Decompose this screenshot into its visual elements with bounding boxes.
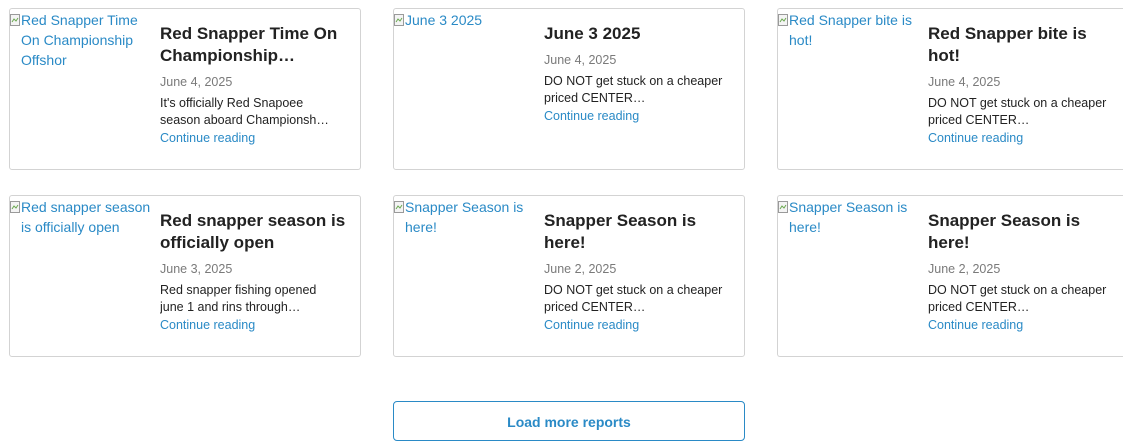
broken-image-icon — [778, 201, 788, 213]
broken-image-icon — [778, 14, 788, 26]
image-alt-text: Snapper Season is here! — [405, 199, 524, 235]
report-excerpt: DO NOT get stuck on a cheaper priced CEN… — [544, 74, 723, 105]
continue-reading-link[interactable]: Continue reading — [160, 317, 255, 334]
report-excerpt: DO NOT get stuck on a cheaper priced CEN… — [928, 283, 1107, 314]
image-alt-text: Red Snapper Time On Championship Offshor — [21, 12, 138, 68]
broken-image-icon — [10, 14, 20, 26]
report-card: Red snapper season is officially open Re… — [9, 195, 361, 357]
report-title[interactable]: Red Snapper Time On Championship… — [160, 23, 350, 67]
report-excerpt: DO NOT get stuck on a cheaper priced CEN… — [928, 96, 1107, 127]
report-date: June 4, 2025 — [544, 53, 617, 67]
report-body: June 3 2025 June 4, 2025 DO NOT get stuc… — [544, 23, 734, 125]
report-body: Red snapper season is officially open Ju… — [160, 210, 350, 334]
image-alt-text: Red Snapper bite is hot! — [789, 12, 912, 48]
continue-reading-link[interactable]: Continue reading — [928, 317, 1023, 334]
continue-reading-link[interactable]: Continue reading — [928, 130, 1023, 147]
report-card: Snapper Season is here! Snapper Season i… — [777, 195, 1123, 357]
image-alt-text: Red snapper season is officially open — [21, 199, 151, 235]
report-card: Red Snapper bite is hot! Red Snapper bit… — [777, 8, 1123, 170]
report-date: June 3, 2025 — [160, 262, 233, 276]
report-body: Red Snapper Time On Championship… June 4… — [160, 23, 350, 147]
report-thumbnail[interactable]: Red snapper season is officially open — [10, 197, 152, 237]
report-card: Red Snapper Time On Championship Offshor… — [9, 8, 361, 170]
report-date: June 4, 2025 — [928, 75, 1001, 89]
continue-reading-link[interactable]: Continue reading — [544, 108, 639, 125]
report-title[interactable]: Snapper Season is here! — [544, 210, 734, 254]
image-alt-text: Snapper Season is here! — [789, 199, 908, 235]
broken-image-icon — [394, 201, 404, 213]
report-thumbnail[interactable]: Snapper Season is here! — [778, 197, 920, 237]
report-date: June 2, 2025 — [928, 262, 1001, 276]
broken-image-icon — [10, 201, 20, 213]
report-title[interactable]: Red snapper season is officially open — [160, 210, 350, 254]
broken-image-icon — [394, 14, 404, 26]
continue-reading-link[interactable]: Continue reading — [544, 317, 639, 334]
report-body: Red Snapper bite is hot! June 4, 2025 DO… — [928, 23, 1118, 147]
report-thumbnail[interactable]: June 3 2025 — [394, 10, 536, 30]
report-card: Snapper Season is here! Snapper Season i… — [393, 195, 745, 357]
report-date: June 2, 2025 — [544, 262, 617, 276]
report-title[interactable]: Red Snapper bite is hot! — [928, 23, 1118, 67]
report-title[interactable]: June 3 2025 — [544, 23, 734, 45]
report-date: June 4, 2025 — [160, 75, 233, 89]
report-thumbnail[interactable]: Red Snapper bite is hot! — [778, 10, 920, 50]
continue-reading-link[interactable]: Continue reading — [160, 130, 255, 147]
report-body: Snapper Season is here! June 2, 2025 DO … — [544, 210, 734, 334]
report-excerpt: DO NOT get stuck on a cheaper priced CEN… — [544, 283, 723, 314]
report-excerpt: Red snapper fishing opened june 1 and ri… — [160, 283, 317, 314]
report-body: Snapper Season is here! June 2, 2025 DO … — [928, 210, 1118, 334]
report-thumbnail[interactable]: Snapper Season is here! — [394, 197, 536, 237]
report-title[interactable]: Snapper Season is here! — [928, 210, 1118, 254]
report-thumbnail[interactable]: Red Snapper Time On Championship Offshor — [10, 10, 152, 70]
report-card: June 3 2025 June 3 2025 June 4, 2025 DO … — [393, 8, 745, 170]
report-excerpt: It's officially Red Snapoee season aboar… — [160, 96, 329, 127]
load-more-reports-button[interactable]: Load more reports — [393, 401, 745, 441]
image-alt-text: June 3 2025 — [405, 12, 483, 28]
